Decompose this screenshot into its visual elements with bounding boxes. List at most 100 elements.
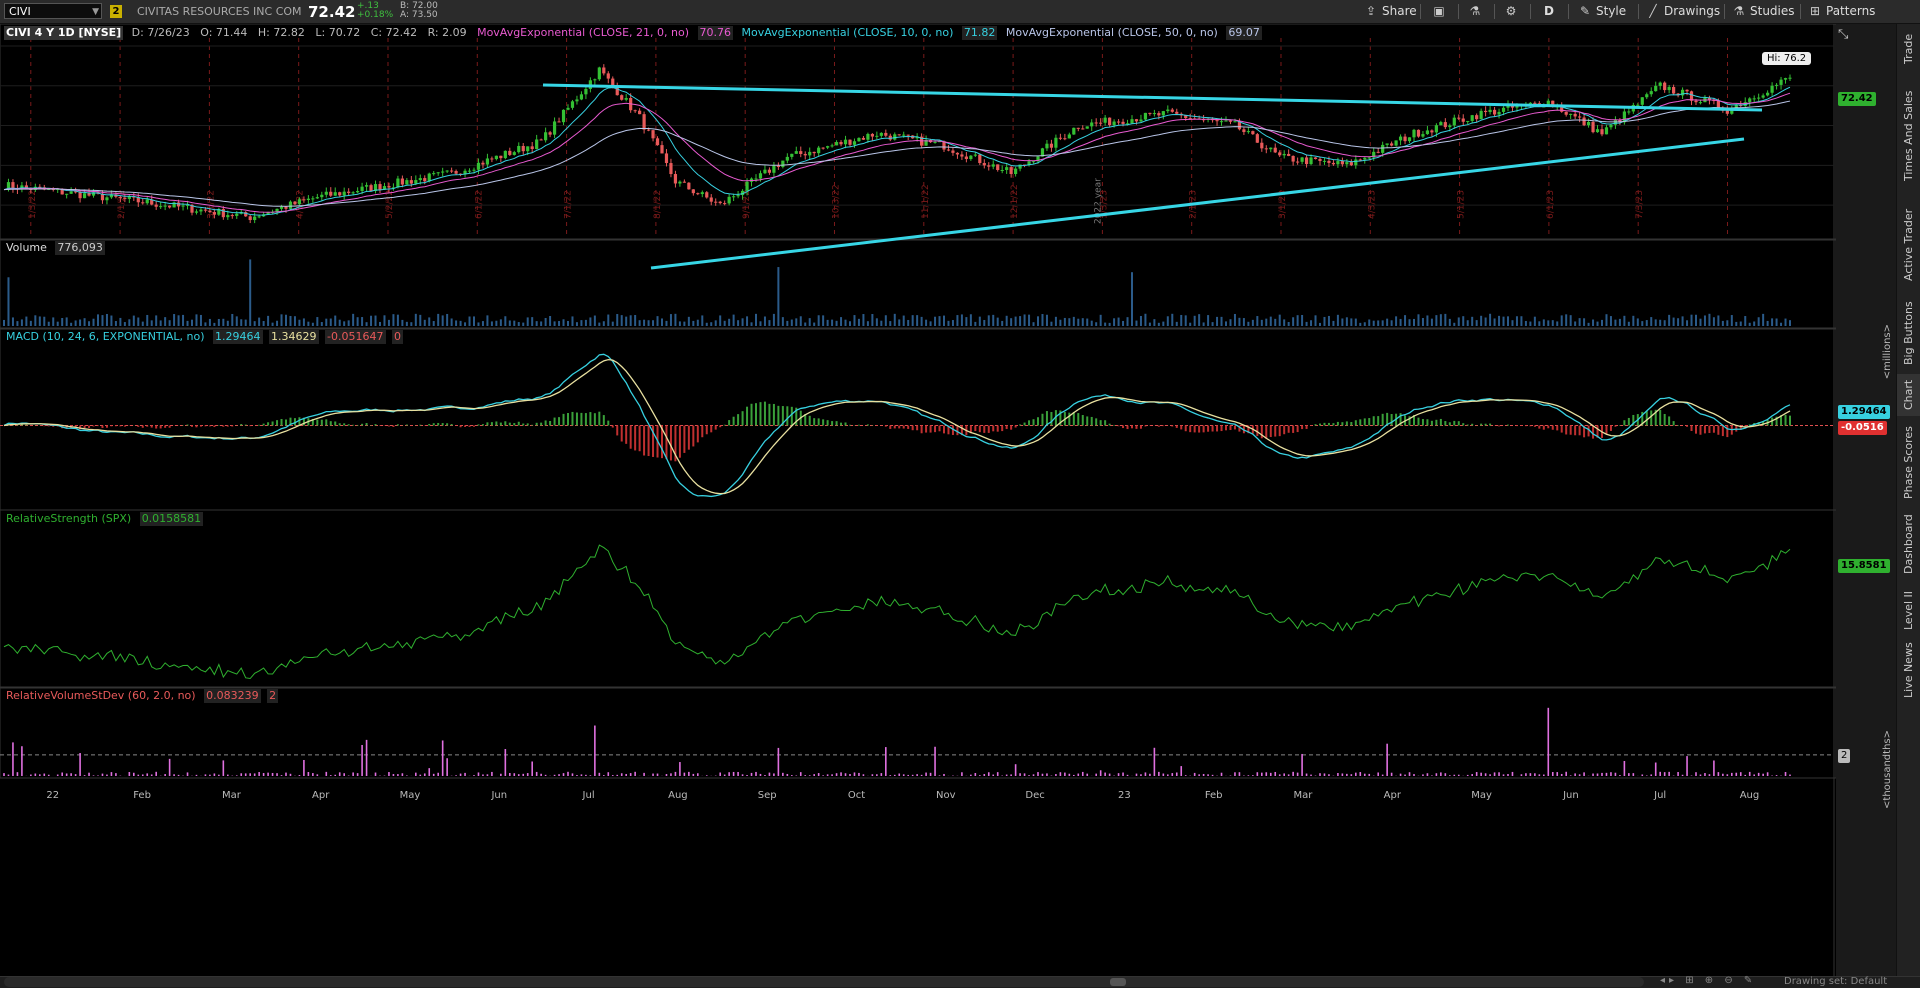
style-button[interactable]: ✎ Style xyxy=(1578,3,1626,20)
symbol-input[interactable]: CIVI ▼ xyxy=(4,3,102,19)
rvsd-bar xyxy=(876,774,878,776)
rvsd-bar xyxy=(3,773,5,776)
volume-bar xyxy=(1520,316,1523,326)
tab-times-and-sales[interactable]: Times And Sales xyxy=(1897,78,1920,193)
studies-button[interactable]: ⚗ Studies xyxy=(1732,3,1795,20)
rvsd-bar xyxy=(853,772,856,776)
chart-area[interactable]: 22 Feb Mar Apr May Jun Jul Aug Sep Oct Nov Dec 23 Feb… xyxy=(0,24,1893,976)
volume-bar xyxy=(1153,319,1156,326)
volume-bar xyxy=(11,317,14,326)
candle-body xyxy=(951,150,955,153)
date-mark-label: 1/3/22 xyxy=(28,190,38,219)
rvsd-bar xyxy=(1261,772,1263,776)
rvsd-bar xyxy=(401,773,404,776)
rvsd-bar xyxy=(1341,773,1344,776)
volume-bar xyxy=(186,320,189,326)
volume-bar xyxy=(401,319,404,326)
settings-button[interactable]: ⚙ xyxy=(1504,3,1522,20)
rvsd-bar xyxy=(39,774,41,776)
rvsd-title[interactable]: RelativeVolumeStDev (60, 2.0, no) xyxy=(4,689,198,703)
candle-body xyxy=(1067,134,1071,139)
ema50-label[interactable]: MovAvgExponential (CLOSE, 50, 0, no) xyxy=(1004,26,1220,40)
candle-body xyxy=(454,171,458,174)
chart-canvas[interactable]: 22 Feb Mar Apr May Jun Jul Aug Sep Oct Nov Dec 23 Feb… xyxy=(0,24,1836,976)
tab-live-news[interactable]: Live News xyxy=(1897,638,1920,702)
volume-bar xyxy=(1157,322,1160,326)
chevron-down-icon[interactable]: ▼ xyxy=(92,4,99,20)
macd-histogram-bar xyxy=(822,419,825,426)
rs-title[interactable]: RelativeStrength (SPX) xyxy=(4,512,133,526)
macd-histogram-bar xyxy=(1189,425,1192,433)
rvsd-bar xyxy=(791,775,793,776)
share-button[interactable]: ⇪ Share xyxy=(1364,3,1417,20)
volume-bar xyxy=(777,267,780,326)
rvsd-bar xyxy=(1399,773,1402,776)
rvsd-bar xyxy=(925,772,927,776)
volume-bar xyxy=(683,321,686,326)
volume-bar xyxy=(1556,321,1559,326)
aggregation-period-button[interactable]: D xyxy=(1544,3,1554,20)
tab-chart[interactable]: Chart xyxy=(1897,374,1920,416)
macd-histogram-bar xyxy=(1108,423,1111,426)
link-group-badge[interactable]: 2 xyxy=(110,5,122,18)
candle-body xyxy=(1103,117,1107,123)
candle-body xyxy=(1018,164,1022,169)
macd-histogram-bar xyxy=(1144,425,1147,427)
tab-level-ii[interactable]: Level II xyxy=(1897,582,1920,638)
rvsd-bar xyxy=(1731,772,1733,776)
candle-body xyxy=(1300,157,1304,162)
macd-title[interactable]: MACD (10, 24, 6, EXPONENTIAL, no) xyxy=(4,330,207,344)
patterns-button[interactable]: ⊞ Patterns xyxy=(1808,3,1875,20)
tab-dashboard[interactable]: Dashboard xyxy=(1897,508,1920,580)
scrollbar-thumb[interactable] xyxy=(1110,978,1126,986)
volume-bar xyxy=(652,320,655,326)
candle-body xyxy=(1349,162,1353,166)
candle-body xyxy=(1672,87,1676,94)
horizontal-scrollbar[interactable] xyxy=(4,977,1644,987)
rvsd-bar xyxy=(356,773,359,776)
volume-bar xyxy=(1703,315,1706,326)
x-axis-label: Jul xyxy=(582,790,595,801)
resistance-trendline xyxy=(542,83,1763,112)
volume-bar xyxy=(1565,314,1568,326)
macd-histogram-bar xyxy=(531,424,534,426)
tab-big-buttons[interactable]: Big Buttons xyxy=(1897,292,1920,374)
volume-bar xyxy=(723,320,726,326)
rvsd-bar xyxy=(571,773,574,776)
macd-histogram-bar xyxy=(750,403,753,426)
candle-body xyxy=(450,170,454,172)
zoom-controls[interactable]: ◂▸ ⊞ ⊕ ⊖ ✎ xyxy=(1660,975,1756,986)
macd-histogram-bar xyxy=(522,423,525,426)
collapse-icon[interactable]: ⤡ xyxy=(1838,27,1848,42)
tab-trade[interactable]: Trade xyxy=(1897,24,1920,74)
rvsd-bar xyxy=(1099,770,1102,776)
tab-active-trader[interactable]: Active Trader xyxy=(1897,200,1920,290)
ema10-label[interactable]: MovAvgExponential (CLOSE, 10, 0, no) xyxy=(740,26,956,40)
macd-histogram-bar xyxy=(47,425,50,427)
volume-bar xyxy=(410,322,413,326)
snapshot-button[interactable]: ▣ xyxy=(1432,3,1450,20)
volume-bar xyxy=(902,315,905,326)
macd-histogram-bar xyxy=(419,424,422,426)
volume-bar xyxy=(1332,320,1335,326)
tab-phase-scores[interactable]: Phase Scores xyxy=(1897,419,1920,507)
ema21-label[interactable]: MovAvgExponential (CLOSE, 21, 0, no) xyxy=(475,26,691,40)
drawings-button[interactable]: ╱ Drawings xyxy=(1646,3,1720,20)
candle-body xyxy=(848,139,852,145)
volume-bar xyxy=(1399,318,1402,326)
volume-title[interactable]: Volume xyxy=(4,241,49,255)
volume-bar xyxy=(1641,321,1644,326)
x-axis-label: Mar xyxy=(1294,790,1314,801)
rvsd-bar xyxy=(1198,774,1200,776)
volume-bar xyxy=(517,322,520,326)
drawing-set-label[interactable]: Drawing set: Default xyxy=(1784,976,1887,987)
volume-bar xyxy=(450,318,453,326)
chart-title[interactable]: CIVI 4 Y 1D [NYSE] xyxy=(4,26,124,40)
candle-body xyxy=(1157,113,1161,116)
macd-histogram-bar xyxy=(643,425,646,456)
flask-button[interactable]: ⚗ xyxy=(1468,3,1486,20)
candle-body xyxy=(803,153,807,156)
candle-body xyxy=(996,164,1000,170)
volume-bar xyxy=(293,316,296,326)
ohlc-range: R: 2.09 xyxy=(427,26,467,39)
